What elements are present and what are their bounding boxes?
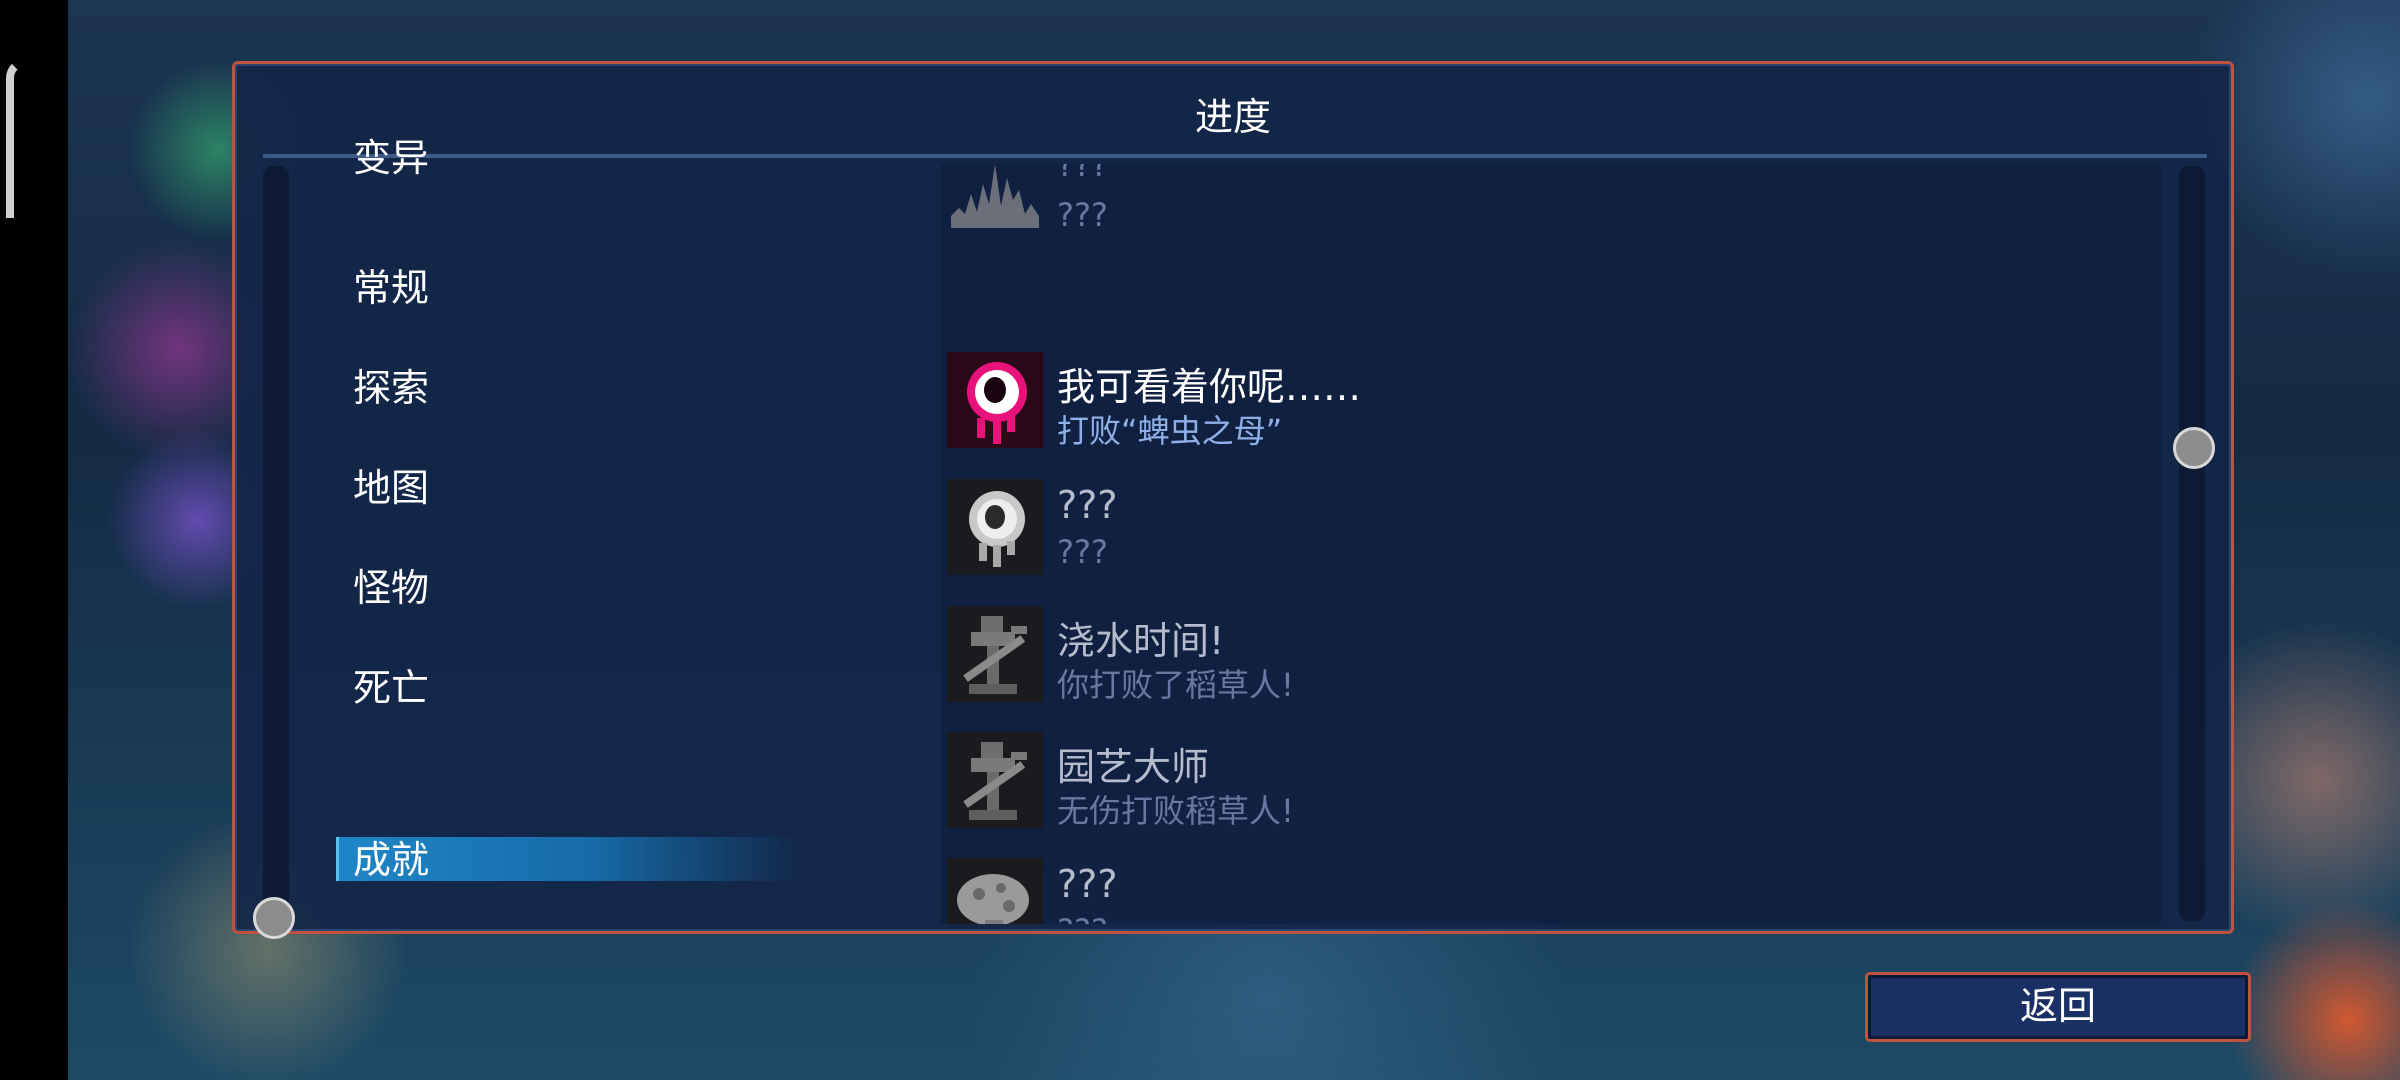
mushroom-icon bbox=[947, 858, 1043, 924]
category-item-map[interactable]: 地图 bbox=[353, 464, 429, 512]
category-item-mutations[interactable]: 变异 bbox=[353, 134, 429, 182]
eyeball-icon bbox=[947, 479, 1043, 575]
waveform-icon bbox=[947, 164, 1043, 230]
achievement-scrollbar-thumb[interactable] bbox=[2173, 427, 2215, 469]
eyeball-icon bbox=[947, 352, 1043, 448]
category-item-monsters[interactable]: 怪物 bbox=[353, 564, 429, 612]
achievement-description: 打败“蜱虫之母” bbox=[1057, 412, 1283, 450]
achievement-row[interactable]: ??? ??? bbox=[941, 479, 2141, 579]
category-scrollbar-track[interactable] bbox=[263, 166, 289, 921]
achievement-title: 园艺大师 bbox=[1057, 745, 1210, 789]
achievement-scrollbar-track[interactable] bbox=[2179, 166, 2205, 921]
achievement-row[interactable]: 浇水时间! 你打败了稻草人! bbox=[941, 606, 2141, 706]
panel-title: 进度 bbox=[1194, 95, 1271, 139]
achievement-description: 无伤打败稻草人! bbox=[1057, 792, 1294, 830]
achievement-row[interactable]: ??? ??? bbox=[941, 164, 2141, 234]
achievement-description: ??? bbox=[1057, 533, 1108, 571]
title-divider bbox=[263, 154, 2207, 158]
category-item-exploration[interactable]: 探索 bbox=[353, 364, 429, 412]
achievement-title: 浇水时间! bbox=[1057, 619, 1225, 663]
category-item-general[interactable]: 常规 bbox=[353, 264, 429, 312]
game-screen: 进度 变异 常规 探索 地图 怪物 死亡 成就 ??? ??? 我可看着你呢……… bbox=[0, 0, 2400, 1080]
achievement-description: ??? bbox=[1057, 196, 1108, 234]
system-edge-bar bbox=[0, 0, 68, 1080]
achievement-title: ??? bbox=[1057, 164, 1108, 184]
achievement-title: ??? bbox=[1057, 483, 1118, 527]
category-item-deaths[interactable]: 死亡 bbox=[353, 664, 429, 712]
achievement-list[interactable]: ??? ??? 我可看着你呢…… 打败“蜱虫之母” ??? ??? 浇水时间! … bbox=[941, 164, 2161, 924]
progress-panel: 进度 变异 常规 探索 地图 怪物 死亡 成就 ??? ??? 我可看着你呢……… bbox=[232, 61, 2234, 939]
watering-can-icon bbox=[947, 732, 1043, 828]
achievement-title: 我可看着你呢…… bbox=[1057, 365, 1362, 409]
achievement-row[interactable]: ??? ??? bbox=[941, 858, 2141, 924]
achievement-title: ??? bbox=[1057, 862, 1118, 906]
edge-gesture-handle[interactable] bbox=[6, 58, 26, 218]
achievement-row[interactable]: 我可看着你呢…… 打败“蜱虫之母” bbox=[941, 352, 2141, 452]
category-scrollbar-thumb[interactable] bbox=[253, 897, 295, 939]
watering-can-icon bbox=[947, 606, 1043, 702]
category-item-achievements[interactable]: 成就 bbox=[353, 836, 429, 884]
achievement-description: ??? bbox=[1057, 912, 1108, 924]
achievement-row[interactable]: 园艺大师 无伤打败稻草人! bbox=[941, 732, 2141, 832]
back-button[interactable]: 返回 bbox=[1865, 972, 2251, 1042]
achievement-description: 你打败了稻草人! bbox=[1057, 666, 1294, 704]
